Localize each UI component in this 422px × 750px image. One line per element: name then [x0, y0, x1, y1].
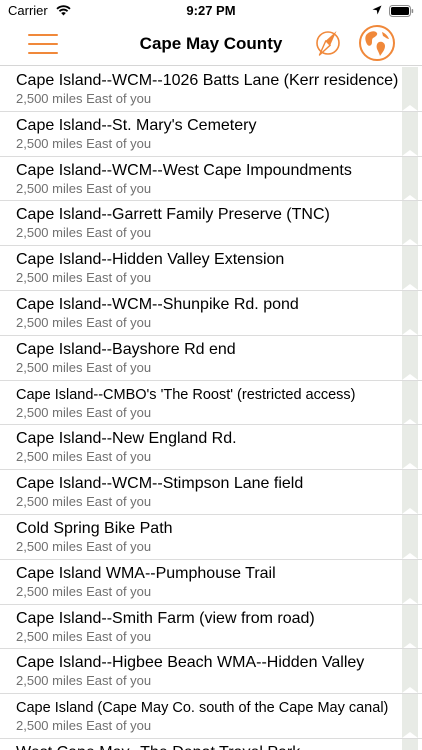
location-distance: 2,500 miles East of you [16, 494, 152, 510]
location-title: West Cape May--The Depot Travel Park [16, 743, 408, 750]
compass-button[interactable] [314, 29, 342, 57]
bookmark-ribbon-icon [402, 156, 418, 201]
list-item[interactable]: Cape Island--WCM--1026 Batts Lane (Kerr … [0, 67, 422, 112]
list-item[interactable]: Cape Island (Cape May Co. south of the C… [0, 694, 422, 739]
location-distance: 2,500 miles East of you [16, 538, 152, 554]
bookmark-ribbon-icon [402, 380, 418, 425]
bookmark-ribbon-icon [402, 246, 418, 290]
list-item[interactable]: Cape Island--WCM--Stimpson Lane field 2,5… [0, 470, 422, 515]
list-item[interactable]: Cape Island--WCM--West Cape Impoundments… [0, 156, 422, 202]
location-distance: 2,500 miles East of you [16, 314, 152, 330]
location-distance: 2,500 miles East of you [16, 718, 152, 734]
bookmark-ribbon-icon [402, 111, 418, 156]
location-distance: 2,500 miles East of you [16, 673, 152, 689]
location-distance: 2,500 miles East of you [16, 91, 152, 106]
location-title: Cape Island--WCM--West Cape Impoundments [16, 161, 352, 179]
status-time: 9:27 PM [186, 3, 236, 18]
location-distance: 2,500 miles East of you [16, 135, 152, 151]
location-title: Cape Island--WCM--Shunpike Rd. pond [16, 295, 299, 313]
location-title: Cape Island--St. Mary's Cemetery [16, 116, 257, 134]
location-title: Cape Island--WCM--Stimpson Lane field [16, 475, 304, 493]
globe-button[interactable] [358, 24, 396, 62]
location-title: Cape Island--Garrett Family Preserve (TN… [16, 206, 330, 224]
location-distance: 2,500 miles East of you [16, 583, 152, 599]
list-item[interactable]: Cape Island--St. Mary's Cemetery 2,500 mi… [0, 111, 422, 157]
bookmark-ribbon-icon [402, 425, 418, 470]
status-bar: Carrier 9:27 PM [0, 0, 422, 22]
hamburger-menu-icon [28, 34, 58, 36]
list-item[interactable]: Cape Island--New England Rd. 2,500 miles … [0, 425, 422, 471]
location-title: Cape Island (Cape May Co. south of the C… [16, 700, 389, 717]
location-title: Cape Island--Bayshore Rd end [16, 340, 236, 358]
location-distance: 2,500 miles East of you [16, 225, 152, 241]
navigation-bar: Cape May County [0, 22, 422, 66]
battery-icon [389, 5, 414, 17]
bookmark-ribbon-icon [402, 470, 418, 514]
location-title: Cold Spring Bike Path [16, 519, 173, 537]
list-item[interactable]: Cape Island WMA--Pumphouse Trail 2,500 mi… [0, 559, 422, 605]
location-title: Cape Island--Higbee Beach WMA--Hidden Va… [16, 654, 365, 672]
location-distance: 2,500 miles East of you [16, 628, 152, 644]
list-item[interactable]: West Cape May--The Depot Travel Park2,50… [0, 738, 422, 750]
location-title: Cape Island WMA--Pumphouse Trail [16, 564, 276, 582]
location-distance: 2,500 miles East of you [16, 270, 152, 286]
location-title: Cape Island--New England Rd. [16, 430, 237, 448]
bookmark-ribbon-icon [402, 604, 418, 649]
bookmark-ribbon-icon [402, 290, 418, 335]
bookmark-ribbon-icon [402, 335, 418, 380]
location-list: Cape Island--WCM--1026 Batts Lane (Kerr … [0, 67, 422, 750]
bookmark-ribbon-icon [402, 514, 418, 559]
list-item[interactable]: Cold Spring Bike Path 2,500 miles East of… [0, 514, 422, 560]
list-item[interactable]: Cape Island--Bayshore Rd end 2,500 miles … [0, 335, 422, 381]
bookmark-ribbon-icon [402, 649, 418, 694]
bookmark-ribbon-icon [402, 559, 418, 604]
bookmark-ribbon-icon [402, 694, 418, 738]
list-item[interactable]: Cape Island--Higbee Beach WMA--Hidden Va… [0, 649, 422, 695]
compass-icon [316, 31, 340, 56]
location-distance: 2,500 miles East of you [16, 449, 152, 465]
location-title: Cape Island--Hidden Valley Extension [16, 251, 285, 269]
list-item[interactable]: Cape Island--WCM--Shunpike Rd. pond 2,500… [0, 290, 422, 336]
list-item[interactable]: Cape Island--Garrett Family Preserve (TN… [0, 201, 422, 247]
list-item[interactable]: Cape Island--CMBO's 'The Roost' (restric… [0, 380, 422, 426]
location-distance: 2,500 miles East of you [16, 180, 152, 196]
location-title: Cape Island--WCM--1026 Batts Lane (Kerr … [16, 72, 399, 89]
location-title: Cape Island--Smith Farm (view from road) [16, 609, 315, 627]
bookmark-ribbon-icon [402, 738, 418, 750]
globe-icon [359, 25, 395, 61]
location-title: Cape Island--CMBO's 'The Roost' (restric… [16, 386, 356, 403]
bookmark-ribbon-icon [402, 67, 418, 111]
location-distance: 2,500 miles East of you [16, 359, 152, 375]
menu-button[interactable] [28, 31, 58, 57]
bookmark-ribbon-icon [402, 201, 418, 246]
location-distance: 2,500 miles East of you [16, 404, 152, 420]
list-item[interactable]: Cape Island--Smith Farm (view from road)… [0, 604, 422, 650]
location-arrow-icon [372, 5, 382, 15]
list-item[interactable]: Cape Island--Hidden Valley Extension 2,50… [0, 246, 422, 291]
